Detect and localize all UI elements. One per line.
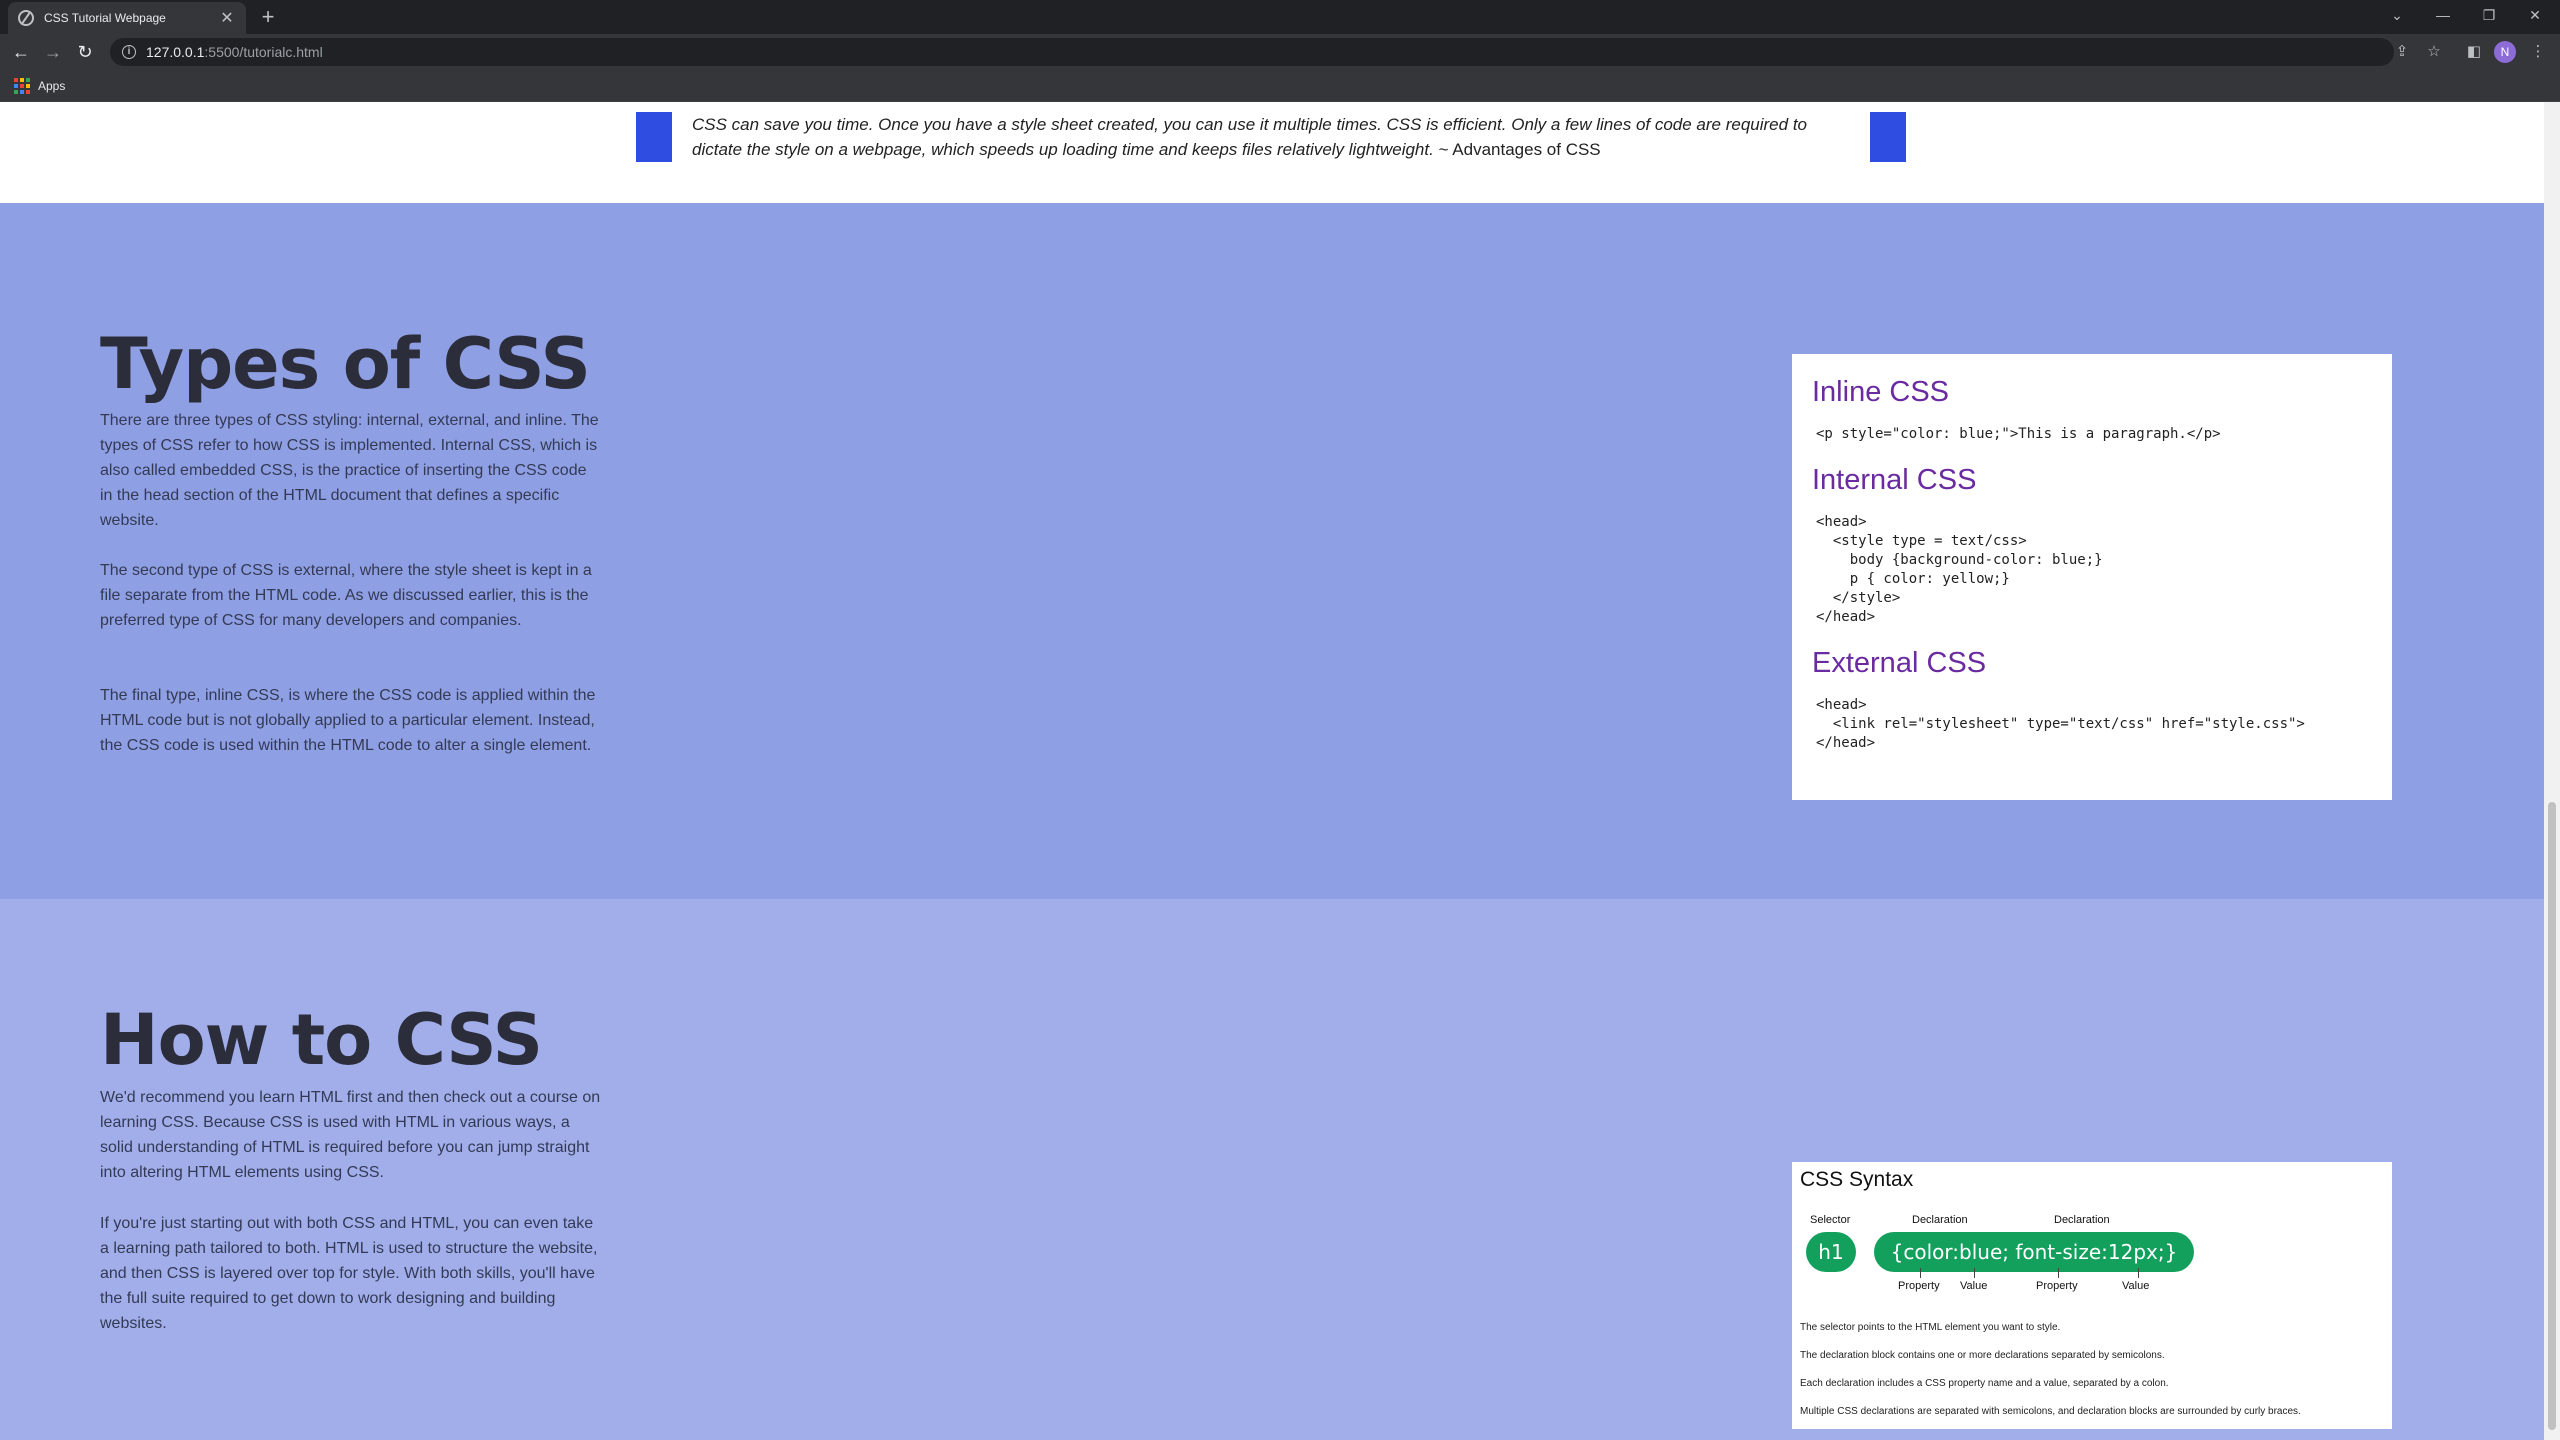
site-info-icon[interactable]: i	[122, 45, 136, 59]
property-tick-2	[2058, 1268, 2059, 1278]
page-scrollbar[interactable]	[2544, 102, 2560, 1440]
syntax-title: CSS Syntax	[1800, 1168, 1914, 1191]
close-tab-icon[interactable]: ✕	[218, 8, 236, 28]
selector-label: Selector	[1810, 1214, 1851, 1226]
types-title: Types of CSS	[100, 323, 591, 405]
value-tick-2	[2138, 1268, 2139, 1278]
browser-toolbar: ← → ↻ i 127.0.0.1:5500/tutorialc.html	[0, 34, 2560, 70]
quote-source: ~ Advantages of CSS	[1433, 140, 1601, 159]
quote-body: CSS can save you time. Once you have a s…	[692, 115, 1807, 159]
inline-css-heading: Inline CSS	[1812, 376, 1950, 408]
address-bar[interactable]: i 127.0.0.1:5500/tutorialc.html	[110, 38, 2394, 66]
url-host: 127.0.0.1	[146, 44, 205, 60]
howto-title: How to CSS	[100, 999, 543, 1081]
declaration-pill: {color:blue; font-size:12px;}	[1874, 1232, 2194, 1272]
types-paragraph-2: The second type of CSS is external, wher…	[100, 562, 592, 629]
declaration-label-2: Declaration	[2054, 1214, 2110, 1226]
inline-css-code: <p style="color: blue;">This is a paragr…	[1816, 426, 2221, 442]
syntax-note-3: Each declaration includes a CSS property…	[1800, 1378, 2169, 1389]
apps-grid-icon	[14, 78, 30, 94]
syntax-note-1: The selector points to the HTML element …	[1800, 1322, 2061, 1333]
minimize-button[interactable]: —	[2420, 0, 2466, 30]
quote-open-mark	[636, 112, 672, 162]
bookmark-star-icon[interactable]: ☆	[2422, 40, 2446, 64]
quote-section: CSS can save you time. Once you have a s…	[0, 102, 2544, 203]
property-label-1: Property	[1898, 1280, 1940, 1292]
restore-button[interactable]: ❐	[2466, 0, 2512, 30]
globe-icon	[18, 10, 34, 26]
profile-avatar[interactable]: N	[2494, 41, 2516, 63]
quote-text: CSS can save you time. Once you have a s…	[692, 112, 1842, 162]
howto-paragraph-2: If you're just starting out with both CS…	[100, 1215, 598, 1332]
property-tick-1	[1920, 1268, 1921, 1278]
apps-bookmark[interactable]: Apps	[14, 78, 65, 94]
value-label-2: Value	[2122, 1280, 2150, 1292]
url-path: :5500/tutorialc.html	[204, 44, 323, 60]
external-css-heading: External CSS	[1812, 647, 1987, 679]
reload-button[interactable]: ↻	[72, 40, 98, 66]
menu-kebab-icon[interactable]: ⋮	[2526, 40, 2550, 64]
scrollbar-thumb[interactable]	[2548, 802, 2556, 1430]
property-label-2: Property	[2036, 1280, 2078, 1292]
side-panel-icon[interactable]: ◧	[2462, 40, 2486, 64]
internal-css-heading: Internal CSS	[1812, 464, 1977, 496]
share-icon[interactable]: ⇪	[2390, 40, 2414, 64]
page-viewport: CSS can save you time. Once you have a s…	[0, 102, 2544, 1440]
tab-search-icon[interactable]: ⌄	[2374, 0, 2420, 30]
external-css-code: <head> <link rel="stylesheet" type="text…	[1816, 697, 2305, 751]
new-tab-button[interactable]: +	[256, 6, 280, 30]
bookmarks-bar: Apps	[0, 70, 2560, 102]
forward-button[interactable]: →	[40, 40, 66, 66]
css-syntax-diagram: CSS Syntax Selector Declaration Declarat…	[1792, 1162, 2392, 1429]
value-tick-1	[1974, 1268, 1975, 1278]
syntax-note-2: The declaration block contains one or mo…	[1800, 1350, 2165, 1361]
tab-title: CSS Tutorial Webpage	[44, 11, 166, 25]
tab-strip: CSS Tutorial Webpage ✕ + ⌄ — ❐ ✕	[0, 0, 2560, 34]
syntax-note-4: Multiple CSS declarations are separated …	[1800, 1406, 2301, 1417]
internal-css-code: <head> <style type = text/css> body {bac…	[1816, 514, 2103, 625]
selector-pill: h1	[1806, 1232, 1856, 1272]
quote-close-mark	[1870, 112, 1906, 162]
css-types-code-card: Inline CSS <p style="color: blue;">This …	[1792, 354, 2392, 800]
howto-paragraph-1: We'd recommend you learn HTML first and …	[100, 1089, 601, 1181]
apps-label: Apps	[38, 79, 66, 93]
close-window-button[interactable]: ✕	[2512, 0, 2558, 30]
back-button[interactable]: ←	[8, 40, 34, 66]
declaration-label-1: Declaration	[1912, 1214, 1968, 1226]
browser-tab[interactable]: CSS Tutorial Webpage ✕	[8, 2, 246, 34]
types-paragraph-3: The final type, inline CSS, is where the…	[100, 687, 596, 754]
types-paragraph-1: There are three types of CSS styling: in…	[100, 412, 599, 529]
value-label-1: Value	[1960, 1280, 1988, 1292]
